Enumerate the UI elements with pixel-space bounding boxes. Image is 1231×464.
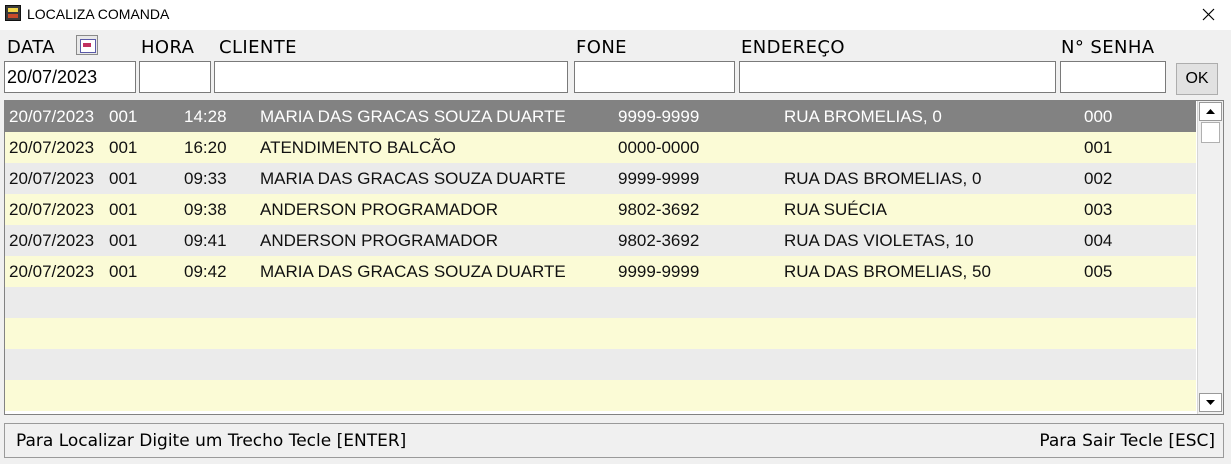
cell-caixa: 001	[109, 169, 138, 188]
cell-caixa: 001	[109, 138, 138, 157]
results-grid: 20/07/2023 001 14:28 MARIA DAS GRACAS SOUZA…	[4, 100, 1224, 415]
scroll-thumb[interactable]	[1201, 122, 1220, 143]
cell-hora: 09:33	[184, 169, 227, 188]
hora-input[interactable]	[139, 61, 211, 93]
cell-fone: 9802-3692	[618, 231, 700, 250]
header-senha: N° SENHA	[1061, 37, 1155, 58]
cell-senha: 004	[1084, 231, 1113, 250]
table-row[interactable]: 20/07/2023 001 09:42 MARIA DAS GRACAS SOUZA…	[5, 256, 1196, 287]
header-cliente: CLIENTE	[219, 37, 297, 58]
cell-endereco: RUA DAS VIOLETAS, 10	[784, 231, 974, 250]
empty-row	[5, 380, 1196, 411]
cell-data: 20/07/2023	[9, 231, 95, 250]
empty-row	[5, 349, 1196, 380]
cell-caixa: 001	[109, 107, 138, 126]
scroll-down-button[interactable]	[1199, 393, 1222, 412]
cell-caixa: 001	[109, 262, 138, 281]
status-bar: Para Localizar Digite um Trecho Tecle [E…	[4, 423, 1224, 458]
cell-data: 20/07/2023	[9, 138, 95, 157]
scroll-up-button[interactable]	[1199, 102, 1222, 121]
empty-row	[5, 287, 1196, 318]
cell-hora: 09:42	[184, 262, 227, 281]
cell-fone: 0000-0000	[618, 138, 700, 157]
table-row[interactable]: 20/07/2023 001 14:28 MARIA DAS GRACAS SOUZA…	[5, 101, 1196, 132]
endereco-input[interactable]	[739, 61, 1056, 93]
cell-data: 20/07/2023	[9, 200, 95, 219]
cell-hora: 09:38	[184, 200, 227, 219]
header-fone: FONE	[576, 37, 627, 58]
cell-hora: 14:28	[184, 107, 227, 126]
cell-senha: 005	[1084, 262, 1113, 281]
cell-endereco: RUA DAS BROMELIAS, 0	[784, 169, 982, 188]
cell-cliente: ANDERSON PROGRAMADOR	[260, 200, 499, 219]
cell-cliente: ANDERSON PROGRAMADOR	[260, 231, 499, 250]
cell-endereco: RUA BROMELIAS, 0	[784, 107, 942, 126]
table-row[interactable]: 20/07/2023 001 16:20 ATENDIMENTO BALCÃO 0000…	[5, 132, 1196, 163]
cell-hora: 16:20	[184, 138, 227, 157]
senha-input[interactable]	[1060, 61, 1166, 93]
arrow-up-icon	[1206, 109, 1215, 114]
cell-cliente: ATENDIMENTO BALCÃO	[260, 138, 456, 157]
cell-caixa: 001	[109, 231, 138, 250]
table-row[interactable]: 20/07/2023 001 09:41 ANDERSON PROGRAMADOR 98…	[5, 225, 1196, 256]
cell-data: 20/07/2023	[9, 169, 95, 188]
cell-cliente: MARIA DAS GRACAS SOUZA DUARTE	[260, 107, 566, 126]
arrow-down-icon	[1206, 400, 1215, 405]
table-row[interactable]: 20/07/2023 001 09:33 MARIA DAS GRACAS SOUZA…	[5, 163, 1196, 194]
header-hora: HORA	[141, 37, 195, 58]
title-bar: LOCALIZA COMANDA	[0, 0, 1231, 30]
cell-data: 20/07/2023	[9, 262, 95, 281]
ok-button[interactable]: OK	[1176, 63, 1218, 95]
cell-senha: 001	[1084, 138, 1113, 157]
empty-row	[5, 318, 1196, 349]
header-endereco: ENDEREÇO	[741, 37, 845, 58]
cell-senha: 002	[1084, 169, 1113, 188]
cell-cliente: MARIA DAS GRACAS SOUZA DUARTE	[260, 262, 566, 281]
table-row[interactable]: 20/07/2023 001 09:38 ANDERSON PROGRAMADOR 98…	[5, 194, 1196, 225]
close-icon	[1202, 8, 1215, 21]
cell-fone: 9999-9999	[618, 262, 700, 281]
status-hint-search: Para Localizar Digite um Trecho Tecle [E…	[16, 431, 407, 451]
cell-senha: 003	[1084, 200, 1113, 219]
vertical-scrollbar[interactable]	[1197, 101, 1223, 414]
cell-endereco: RUA DAS BROMELIAS, 50	[784, 262, 991, 281]
cell-endereco: RUA SUÉCIA	[784, 200, 887, 219]
app-icon	[5, 5, 21, 21]
header-data: DATA	[7, 37, 55, 58]
status-hint-exit: Para Sair Tecle [ESC]	[1039, 431, 1215, 451]
close-button[interactable]	[1186, 0, 1231, 30]
cell-fone: 9999-9999	[618, 169, 700, 188]
cell-data: 20/07/2023	[9, 107, 95, 126]
cell-fone: 9802-3692	[618, 200, 700, 219]
cell-senha: 000	[1084, 107, 1113, 126]
fone-input[interactable]	[574, 61, 735, 93]
window-title: LOCALIZA COMANDA	[27, 6, 170, 22]
data-input[interactable]	[4, 61, 136, 93]
calendar-icon[interactable]	[76, 35, 98, 55]
cell-cliente: MARIA DAS GRACAS SOUZA DUARTE	[260, 169, 566, 188]
cell-hora: 09:41	[184, 231, 227, 250]
cell-fone: 9999-9999	[618, 107, 700, 126]
cell-caixa: 001	[109, 200, 138, 219]
cliente-input[interactable]	[214, 61, 568, 93]
